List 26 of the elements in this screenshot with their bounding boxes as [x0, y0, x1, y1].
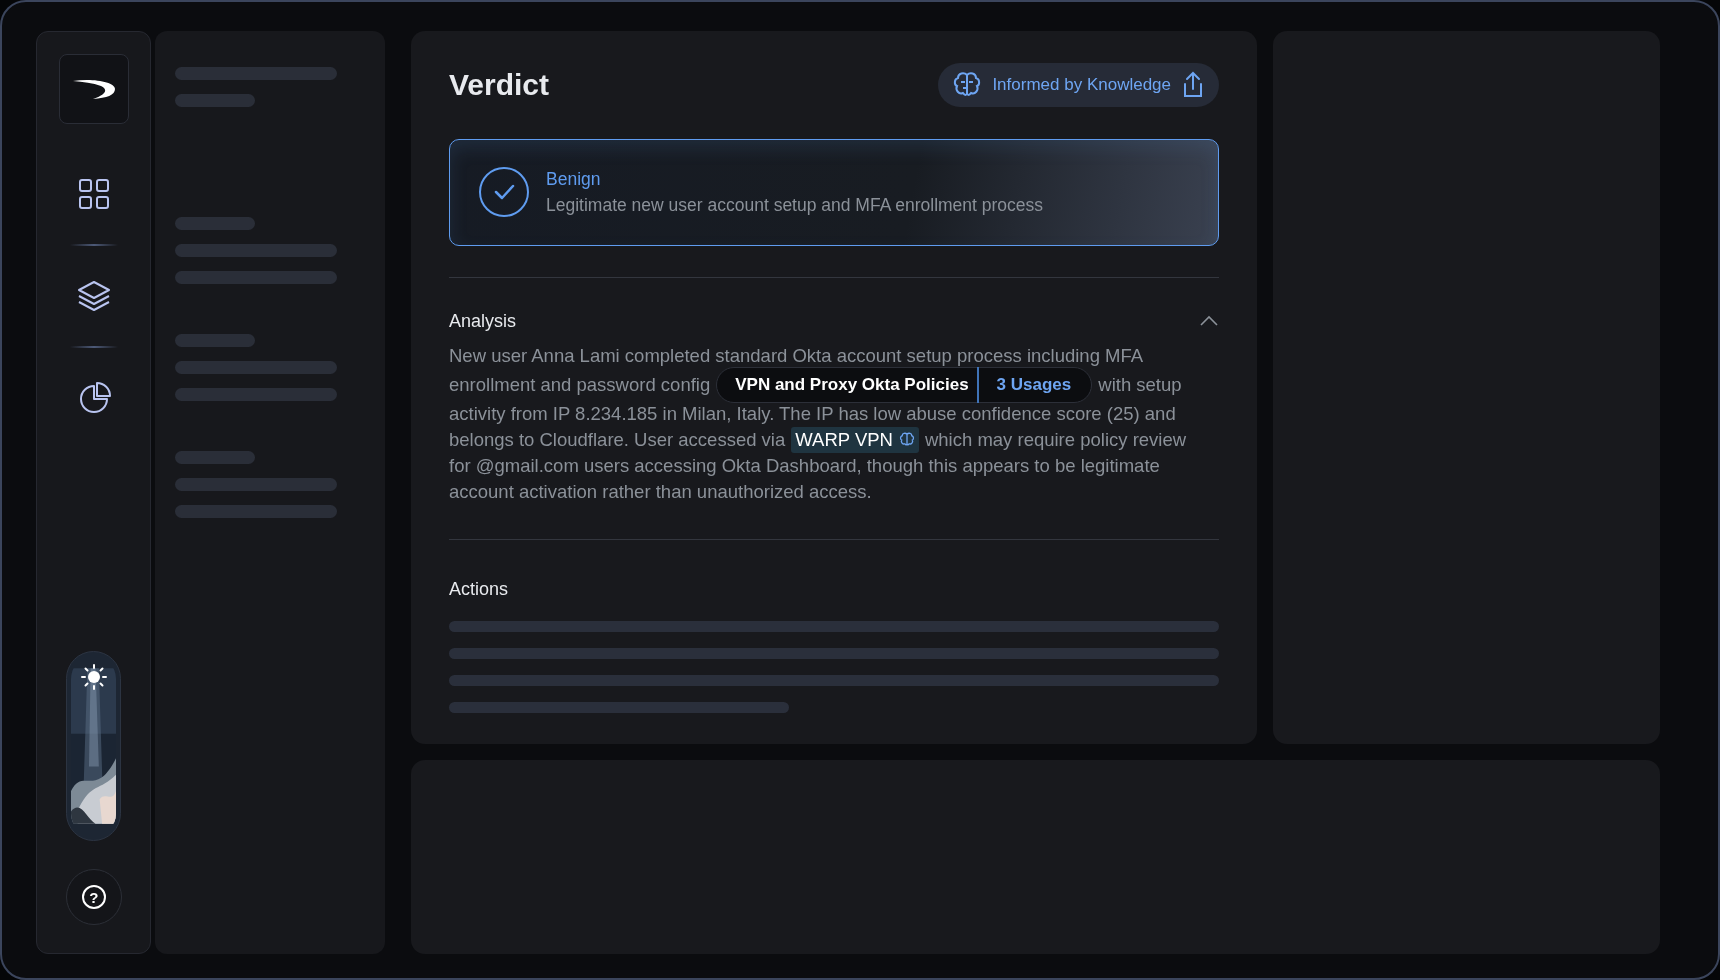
collapse-toggle[interactable]: [1199, 315, 1219, 327]
layers-icon: [75, 278, 112, 314]
verdict-label: Benign: [546, 168, 602, 191]
chevron-up-icon: [1199, 315, 1219, 327]
analysis-text: activity from IP 8.234.185 in Milan, Italy. The IP has low abuse confidence score (25) and: [449, 401, 1176, 426]
section-title: Analysis: [449, 309, 517, 333]
share-icon: [1181, 71, 1205, 99]
usage-count[interactable]: 3 Usages: [976, 366, 1092, 403]
brain-icon: [898, 432, 915, 447]
analysis-text: with setup: [1098, 372, 1182, 397]
verdict-description: Legitimate new user account setup and MFA enrollment process: [546, 194, 1044, 218]
knowledge-badge[interactable]: Informed by Knowledge: [938, 63, 1219, 107]
entity-chip[interactable]: WARP VPN: [791, 426, 919, 453]
analysis-text: which may require policy review: [924, 427, 1187, 452]
sun-icon: [80, 664, 107, 690]
section-title: Verdict: [449, 67, 550, 103]
analysis-text: enrollment and password config: [449, 372, 711, 397]
help-button[interactable]: ?: [65, 869, 122, 925]
tooltip-title: VPN and Proxy Okta Policies: [734, 373, 970, 396]
brain-icon: [952, 71, 983, 99]
analysis-text: belongs to Cloudflare. User accessed via: [449, 427, 786, 452]
analysis-text: account activation rather than unauthorized access.: [449, 479, 872, 504]
analysis-text: New user Anna Lami completed standard Okta account setup process including MFA: [449, 343, 1144, 368]
check-circle-icon: [478, 166, 530, 219]
section-title: Actions: [449, 577, 510, 601]
analysis-text: for @gmail.com users accessing Okta Dashboard, though this appears to be legitimate: [449, 453, 1160, 478]
